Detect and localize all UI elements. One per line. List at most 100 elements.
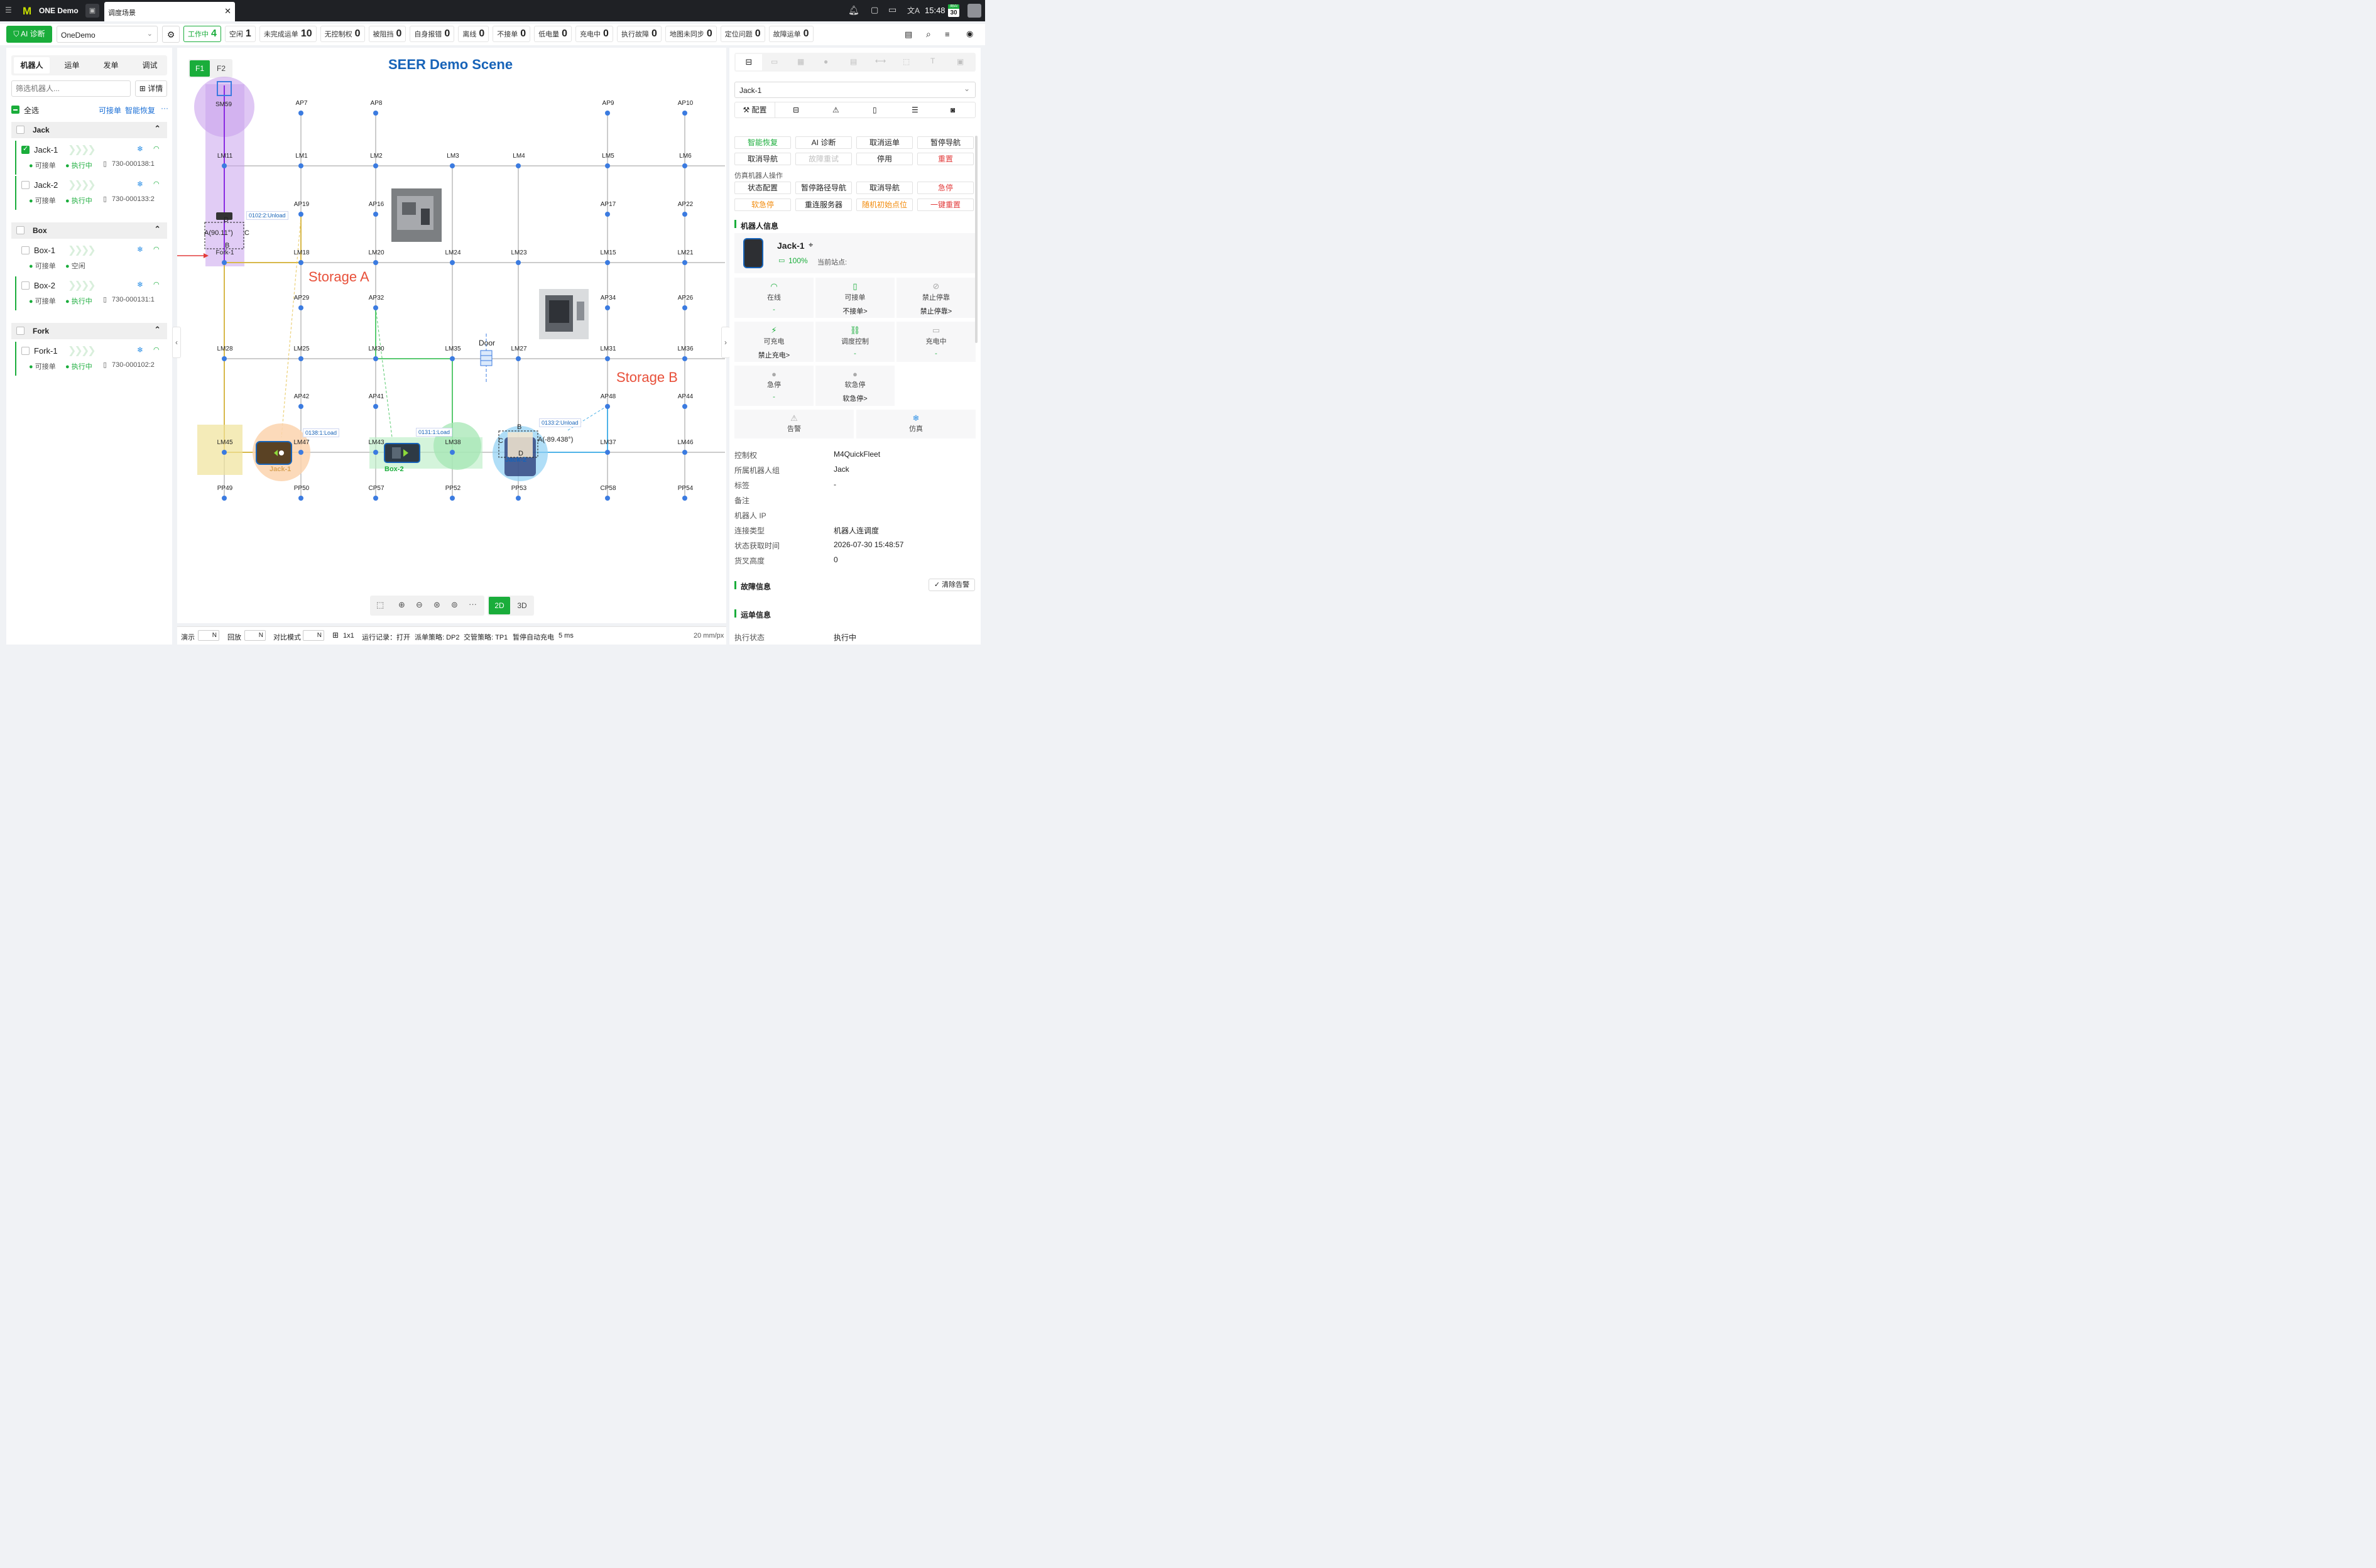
action-sim_row2-3[interactable]: 一键重置 <box>917 199 974 211</box>
map-node[interactable] <box>298 163 303 168</box>
robot-card-box-1[interactable]: Box-1 ❯❯❯❯ ❄ ◠ ● 可接单 ● 空闲 <box>15 241 167 275</box>
action-actions_row1-3[interactable]: 暂停导航 <box>917 136 974 149</box>
status-tile-3[interactable]: ⚡ 可充电 禁止充电> <box>734 322 814 362</box>
calendar-icon[interactable]: 周四 30 <box>948 4 959 17</box>
tab-debug[interactable]: 调试 <box>132 57 168 74</box>
tab-icon-5[interactable]: ▤ <box>850 57 857 66</box>
view-2d-button[interactable]: 2D <box>489 597 510 614</box>
action-sim_row2-2[interactable]: 随机初始点位 <box>856 199 913 211</box>
map-node[interactable] <box>682 212 687 217</box>
robot-checkbox[interactable] <box>21 281 30 290</box>
map-node[interactable] <box>450 163 455 168</box>
map-node[interactable] <box>373 212 378 217</box>
tab-icon-7[interactable]: ⬚ <box>903 57 910 66</box>
tile-value[interactable]: - <box>734 393 814 401</box>
accept-orders-link[interactable]: 可接单 <box>99 105 121 116</box>
status-tile-7[interactable]: ● 软急停 软急停> <box>815 366 895 406</box>
stat-12[interactable]: 定位问题 0 <box>720 26 765 42</box>
map-node[interactable] <box>682 404 687 409</box>
stat-3[interactable]: 无控制权 0 <box>320 26 365 42</box>
robot-checkbox[interactable] <box>21 181 30 189</box>
note-icon[interactable]: ▢ <box>871 5 878 15</box>
tab-orders[interactable]: 运单 <box>54 57 90 74</box>
order-id[interactable]: 730-000102:2 <box>112 361 155 369</box>
order-id[interactable]: 730-000138:1 <box>112 160 155 168</box>
map-node[interactable] <box>450 260 455 265</box>
map-node[interactable] <box>605 212 610 217</box>
tile-value[interactable]: - <box>734 306 814 313</box>
map-node[interactable] <box>373 404 378 409</box>
map-node[interactable] <box>605 356 610 361</box>
stat-13[interactable]: 故障运单 0 <box>768 26 814 42</box>
clear-alarm-button[interactable]: ✓ 清除告警 <box>929 579 975 591</box>
tab-icon-3[interactable]: ▦ <box>797 57 804 66</box>
map-node[interactable] <box>516 260 521 265</box>
group-header-jack[interactable]: Jack ⌃ <box>11 122 167 138</box>
playback-toggle[interactable]: N <box>244 630 266 641</box>
task-tag-fork1[interactable]: 0102:2:Unload <box>246 211 288 220</box>
scene-select[interactable]: OneDemo ⌄ <box>57 26 158 43</box>
detail-button[interactable]: ⊞ 详情 <box>135 80 167 97</box>
robot-card-box-2[interactable]: Box-2 ❯❯❯❯ ❄ ◠ ● 可接单 ● 执行中 ▯ 730-000131:1 <box>15 276 167 310</box>
stat-11[interactable]: 地图未同步 0 <box>665 26 717 42</box>
map-node[interactable] <box>605 163 610 168</box>
menu-icon[interactable]: ☰ <box>5 6 13 14</box>
stat-4[interactable]: 被阻挡 0 <box>368 26 406 42</box>
map-node[interactable] <box>682 305 687 310</box>
action-actions_row2-1[interactable]: 故障重试 <box>795 153 852 165</box>
auto-charge[interactable]: 暂停自动充电 <box>513 632 554 642</box>
tab-dispatch[interactable]: 发单 <box>93 57 129 74</box>
tile-value[interactable]: - <box>815 350 895 357</box>
alarm-tab-icon[interactable]: ⚠ <box>832 106 839 114</box>
map-node[interactable] <box>450 496 455 501</box>
select-all-checkbox[interactable] <box>11 106 19 114</box>
action-actions_row1-1[interactable]: AI 诊断 <box>795 136 852 149</box>
action-actions_row2-2[interactable]: 停用 <box>856 153 913 165</box>
map-node[interactable] <box>373 260 378 265</box>
tile-value[interactable]: 禁止停靠> <box>896 306 976 316</box>
map-node[interactable] <box>298 305 303 310</box>
map-node[interactable] <box>298 111 303 116</box>
avatar[interactable] <box>967 4 981 18</box>
map-node[interactable] <box>682 163 687 168</box>
map-node[interactable] <box>605 305 610 310</box>
map-node[interactable] <box>298 356 303 361</box>
chevron-up-icon[interactable]: ⌃ <box>154 124 161 134</box>
robot-label-box2[interactable]: Box-2 <box>384 466 404 473</box>
grid-icon[interactable]: ⊞ <box>332 631 339 640</box>
robot-tab-icon[interactable]: ⊟ <box>793 106 799 114</box>
group-header-fork[interactable]: Fork ⌃ <box>11 323 167 339</box>
robot-card-jack-2[interactable]: Jack-2 ❯❯❯❯ ❄ ◠ ● 可接单 ● 执行中 ▯ 730-000133:2 <box>15 176 167 210</box>
chip-icon[interactable]: ▣ <box>85 4 99 18</box>
status-tile-2[interactable]: ⊘ 禁止停靠 禁止停靠> <box>896 278 976 318</box>
task-tag-box2[interactable]: 0131:1:Load <box>416 428 453 437</box>
more-link[interactable]: ··· <box>161 104 168 112</box>
action-actions_row1-2[interactable]: 取消运单 <box>856 136 913 149</box>
map-node[interactable] <box>373 356 378 361</box>
dispatch-icon[interactable]: ▤ <box>905 30 912 40</box>
tab-icon-9[interactable]: ▣ <box>957 57 964 66</box>
stat-0[interactable]: 工作中 4 <box>183 26 221 42</box>
stat-7[interactable]: 不接单 0 <box>493 26 531 42</box>
action-actions_row2-3[interactable]: 重置 <box>917 153 974 165</box>
close-icon[interactable]: ✕ <box>224 6 231 16</box>
zoom-fit-icon[interactable]: ⊛ <box>433 600 440 610</box>
status-tile-5[interactable]: ▭ 充电中 - <box>896 322 976 362</box>
action-sim_row1-0[interactable]: 状态配置 <box>734 182 791 194</box>
tile-value[interactable]: 不接单> <box>815 306 895 316</box>
map-canvas[interactable]: F1 F2 SEER Demo Scene AP7 AP8 AP9 AP10 L… <box>177 48 726 623</box>
robot-label-jack2[interactable]: Jack-2 <box>505 456 526 464</box>
order-id[interactable]: 730-000131:1 <box>112 296 155 303</box>
stat-2[interactable]: 未完成运单 10 <box>259 26 317 42</box>
stat-1[interactable]: 空闲 1 <box>224 26 256 42</box>
collapse-right-handle[interactable]: › <box>721 327 730 358</box>
tab-scene[interactable]: 调度场景 ✕ <box>104 2 235 21</box>
map-node[interactable] <box>222 450 227 455</box>
map-node[interactable] <box>222 260 227 265</box>
tab-robots[interactable]: 机器人 <box>14 57 50 74</box>
search-icon[interactable]: ⌕ <box>926 29 931 40</box>
map-node[interactable] <box>605 450 610 455</box>
map-node[interactable] <box>373 163 378 168</box>
stat-5[interactable]: 自身报错 0 <box>410 26 455 42</box>
chevron-up-icon[interactable]: ⌃ <box>154 224 161 234</box>
